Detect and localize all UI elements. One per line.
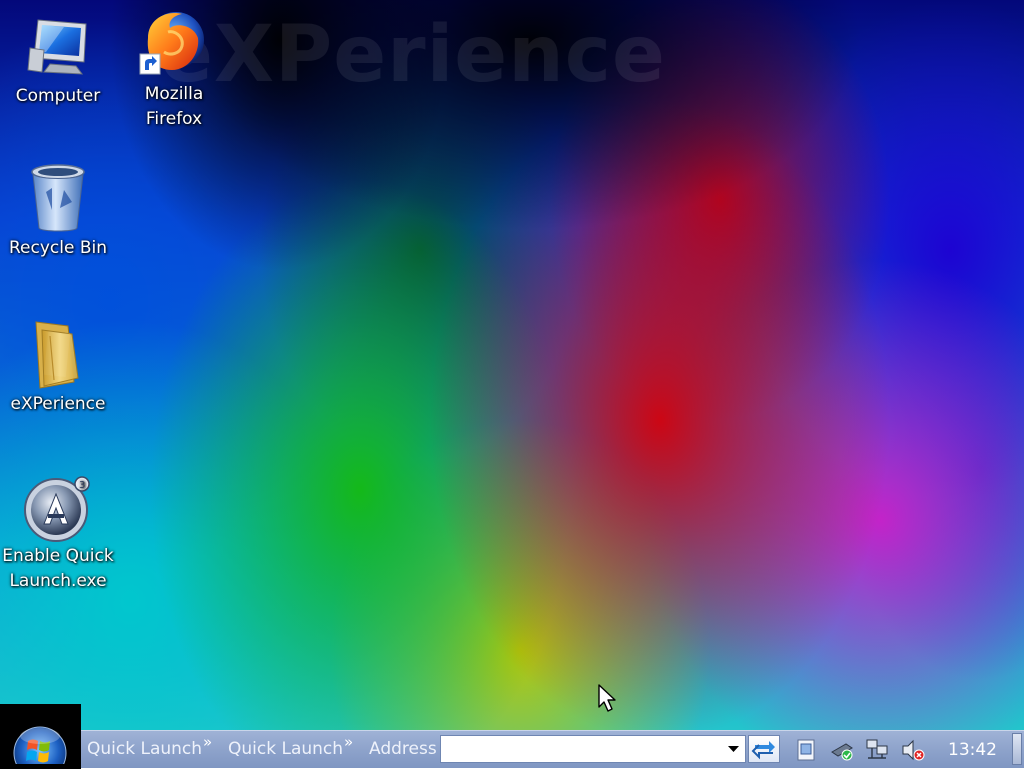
folder-icon (28, 318, 88, 390)
desktop-icon-label: eXPerience (10, 394, 106, 414)
toolbar-quick-launch-1[interactable]: Quick Launch (87, 739, 202, 759)
address-go-button[interactable] (748, 735, 780, 763)
firefox-icon (138, 8, 210, 78)
volume-muted-icon[interactable] (900, 738, 926, 762)
network-connection-icon[interactable] (864, 738, 890, 762)
taskbar: Quick Launch » Quick Launch » Address 13… (0, 704, 1024, 769)
desktop-icon-label: Mozilla Firefox (144, 84, 204, 129)
recycle-bin-icon (28, 162, 88, 234)
show-desktop-button[interactable] (1012, 733, 1022, 765)
svg-text:3: 3 (79, 480, 85, 491)
desktop-icon-label: Computer (15, 86, 101, 106)
desktop-icon-recycle-bin[interactable]: Recycle Bin (0, 162, 116, 261)
mouse-cursor-icon (597, 683, 619, 713)
toolbar-quick-launch-2[interactable]: Quick Launch (228, 739, 343, 759)
wallpaper-watermark: eXPerience (160, 10, 666, 100)
chevron-double-right-icon[interactable]: » (344, 733, 353, 751)
address-dropdown-arrow-icon[interactable] (722, 736, 745, 762)
document-icon[interactable] (794, 738, 820, 762)
desktop-icon-label: Enable Quick Launch.exe (2, 546, 114, 591)
toolbar-address-label: Address (369, 739, 437, 759)
network-status-icon[interactable] (830, 738, 856, 762)
desktop-icon-enable-quick-launch[interactable]: 3 Enable Quick Launch.exe (0, 474, 116, 594)
desktop-icon-label: Recycle Bin (8, 238, 107, 258)
computer-icon (24, 18, 92, 78)
start-button[interactable] (0, 704, 81, 769)
quick-launch-exe-icon: 3 (22, 474, 94, 542)
address-input[interactable] (440, 735, 746, 763)
desktop-icon-experience-folder[interactable]: eXPerience (0, 318, 116, 417)
chevron-double-right-icon[interactable]: » (203, 733, 212, 751)
desktop-icon-computer[interactable]: Computer (0, 18, 116, 109)
system-clock[interactable]: 13:42 (948, 740, 997, 760)
desktop[interactable]: eXPerience Computer Mozilla Firefox Recy… (0, 0, 1024, 730)
desktop-icon-firefox[interactable]: Mozilla Firefox (116, 8, 232, 132)
windows-orb-icon (13, 726, 67, 764)
